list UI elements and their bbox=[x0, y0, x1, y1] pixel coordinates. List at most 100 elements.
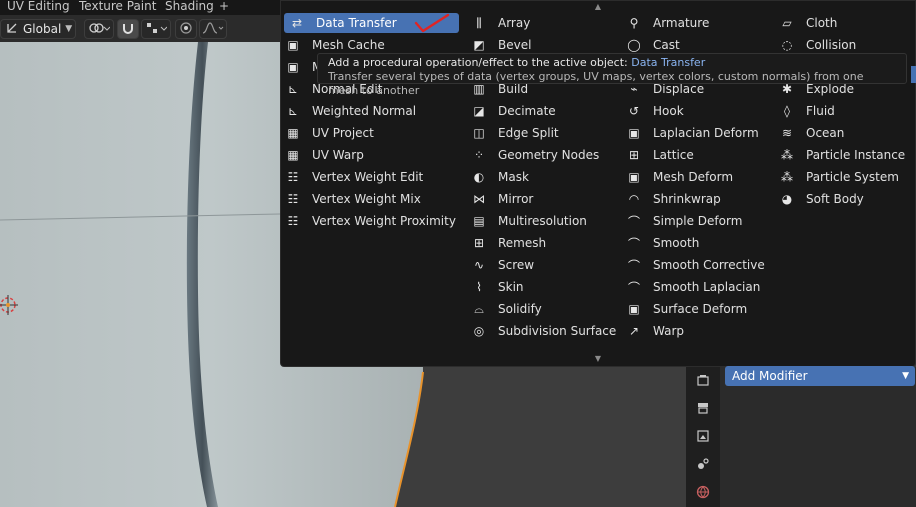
menu-item-armature[interactable]: ⚲ Armature bbox=[625, 13, 775, 33]
menu-item-geometry-nodes[interactable]: ⁘ Geometry Nodes bbox=[470, 145, 620, 165]
tooltip-detail: Transfer several types of data (vertex g… bbox=[328, 70, 864, 97]
menu-item-label: Particle Instance bbox=[806, 148, 906, 162]
snap-target-dropdown[interactable] bbox=[141, 19, 171, 39]
menu-item-mesh-deform[interactable]: ▣ Mesh Deform bbox=[625, 167, 775, 187]
cloth-icon: ▱ bbox=[782, 16, 792, 30]
menu-item-smooth-laplacian[interactable]: ⌒ Smooth Laplacian bbox=[625, 277, 775, 297]
render-icon[interactable] bbox=[693, 371, 713, 389]
world-icon[interactable] bbox=[693, 483, 713, 501]
menu-item-label: Array bbox=[498, 16, 531, 30]
mirror-icon: ⋈ bbox=[473, 192, 485, 206]
tab-shading[interactable]: Shading bbox=[165, 0, 214, 15]
menu-item-label: Particle System bbox=[806, 170, 899, 184]
transform-orientation-dropdown[interactable]: Global ▼ bbox=[0, 19, 76, 39]
screw-icon: ∿ bbox=[473, 258, 485, 272]
mesh-sequence-cache-icon: ▣ bbox=[287, 60, 299, 74]
vertex-weight-icon: ☷ bbox=[287, 214, 299, 228]
menu-item-particle-instance[interactable]: ⁂ Particle Instance bbox=[778, 145, 913, 165]
panel-scroll-indicator[interactable] bbox=[911, 66, 916, 83]
properties-editor bbox=[686, 367, 916, 507]
menu-item-skin[interactable]: ⌇ Skin bbox=[470, 277, 620, 297]
menu-item-label: Geometry Nodes bbox=[498, 148, 600, 162]
menu-item-subdivision-surface[interactable]: ◎ Subdivision Surface bbox=[470, 321, 620, 341]
menu-item-soft-body[interactable]: ◕ Soft Body bbox=[778, 189, 913, 209]
menu-item-weighted-normal[interactable]: ⊾ Weighted Normal bbox=[284, 101, 459, 121]
tab-texture-paint[interactable]: Texture Paint bbox=[79, 0, 156, 15]
menu-item-mirror[interactable]: ⋈ Mirror bbox=[470, 189, 620, 209]
menu-item-ocean[interactable]: ≋ Ocean bbox=[778, 123, 913, 143]
subdivision-surface-icon: ◎ bbox=[473, 324, 485, 338]
lattice-icon: ⊞ bbox=[628, 148, 640, 162]
scene-icon[interactable] bbox=[693, 455, 713, 473]
menu-item-solidify[interactable]: ⌓ Solidify bbox=[470, 299, 620, 319]
menu-item-hook[interactable]: ↺ Hook bbox=[625, 101, 775, 121]
menu-item-decimate[interactable]: ◪ Decimate bbox=[470, 101, 620, 121]
menu-item-mask[interactable]: ◐ Mask bbox=[470, 167, 620, 187]
armature-icon: ⚲ bbox=[629, 16, 639, 30]
decimate-icon: ◪ bbox=[473, 104, 485, 118]
smooth-icon: ⌒ bbox=[627, 236, 640, 251]
add-modifier-button[interactable]: Add Modifier ▼ bbox=[725, 366, 915, 386]
menu-item-collision[interactable]: ◌ Collision bbox=[778, 35, 913, 55]
menu-item-multiresolution[interactable]: ▤ Multiresolution bbox=[470, 211, 620, 231]
output-icon[interactable] bbox=[693, 399, 713, 417]
menu-item-screw[interactable]: ∿ Screw bbox=[470, 255, 620, 275]
menu-item-fluid[interactable]: ◊ Fluid bbox=[778, 101, 913, 121]
menu-item-surface-deform[interactable]: ▣ Surface Deform bbox=[625, 299, 775, 319]
scroll-up-arrow[interactable]: ▲ bbox=[281, 2, 915, 11]
tab-uv-editing[interactable]: UV Editing bbox=[7, 0, 70, 15]
proportional-edit-icon bbox=[179, 21, 193, 38]
menu-item-cast[interactable]: ◯ Cast bbox=[625, 35, 775, 55]
menu-item-label: Simple Deform bbox=[653, 214, 743, 228]
chevron-down-icon: ▼ bbox=[65, 24, 73, 34]
cast-icon: ◯ bbox=[627, 38, 641, 52]
menu-item-label: Mask bbox=[498, 170, 529, 184]
menu-item-mesh-cache[interactable]: ▣ Mesh Cache bbox=[284, 35, 459, 55]
falloff-dropdown[interactable] bbox=[199, 19, 227, 39]
mask-icon: ◐ bbox=[473, 170, 485, 184]
menu-item-smooth-corrective[interactable]: ⌒ Smooth Corrective bbox=[625, 255, 775, 275]
view-layer-icon[interactable] bbox=[693, 427, 713, 445]
menu-item-label: Mesh Cache bbox=[312, 38, 385, 52]
hook-icon: ↺ bbox=[628, 104, 640, 118]
menu-item-uv-project[interactable]: ▦ UV Project bbox=[284, 123, 459, 143]
menu-item-cloth[interactable]: ▱ Cloth bbox=[778, 13, 913, 33]
scroll-down-arrow[interactable]: ▼ bbox=[281, 354, 915, 363]
menu-item-shrinkwrap[interactable]: ◠ Shrinkwrap bbox=[625, 189, 775, 209]
add-workspace-button[interactable]: + bbox=[219, 0, 229, 15]
menu-item-smooth[interactable]: ⌒ Smooth bbox=[625, 233, 775, 253]
menu-item-vertex-weight-mix[interactable]: ☷ Vertex Weight Mix bbox=[284, 189, 459, 209]
pivot-point-button[interactable] bbox=[84, 19, 114, 39]
edge-split-icon: ◫ bbox=[473, 126, 485, 140]
menu-item-array[interactable]: ⫼ Array bbox=[470, 13, 620, 33]
menu-item-vertex-weight-edit[interactable]: ☷ Vertex Weight Edit bbox=[284, 167, 459, 187]
menu-item-label: Bevel bbox=[498, 38, 532, 52]
chevron-down-icon: ▼ bbox=[902, 371, 909, 381]
falloff-curve-icon bbox=[202, 21, 224, 38]
menu-item-uv-warp[interactable]: ▦ UV Warp bbox=[284, 145, 459, 165]
menu-item-label: Vertex Weight Proximity bbox=[312, 214, 456, 228]
menu-item-bevel[interactable]: ◩ Bevel bbox=[470, 35, 620, 55]
menu-item-label: Lattice bbox=[653, 148, 694, 162]
normal-edit-icon: ⊾ bbox=[287, 82, 299, 96]
menu-item-remesh[interactable]: ⊞ Remesh bbox=[470, 233, 620, 253]
menu-item-lattice[interactable]: ⊞ Lattice bbox=[625, 145, 775, 165]
magnet-icon bbox=[121, 21, 135, 38]
menu-item-laplacian-deform[interactable]: ▣ Laplacian Deform bbox=[625, 123, 775, 143]
menu-item-label: UV Project bbox=[312, 126, 374, 140]
snap-toggle[interactable] bbox=[117, 19, 139, 39]
weighted-normal-icon: ⊾ bbox=[287, 104, 299, 118]
menu-item-label: Surface Deform bbox=[653, 302, 748, 316]
mesh-deform-icon: ▣ bbox=[628, 170, 640, 184]
menu-item-label: Explode bbox=[806, 82, 854, 96]
multiresolution-icon: ▤ bbox=[473, 214, 485, 228]
menu-item-particle-system[interactable]: ⁂ Particle System bbox=[778, 167, 913, 187]
menu-item-label: Warp bbox=[653, 324, 685, 338]
menu-item-vertex-weight-proximity[interactable]: ☷ Vertex Weight Proximity bbox=[284, 211, 459, 231]
smooth-icon: ⌒ bbox=[627, 258, 640, 273]
menu-item-warp[interactable]: ↗ Warp bbox=[625, 321, 775, 341]
menu-item-simple-deform[interactable]: ⌒ Simple Deform bbox=[625, 211, 775, 231]
menu-item-label: Solidify bbox=[498, 302, 542, 316]
menu-item-edge-split[interactable]: ◫ Edge Split bbox=[470, 123, 620, 143]
proportional-edit-toggle[interactable] bbox=[175, 19, 197, 39]
